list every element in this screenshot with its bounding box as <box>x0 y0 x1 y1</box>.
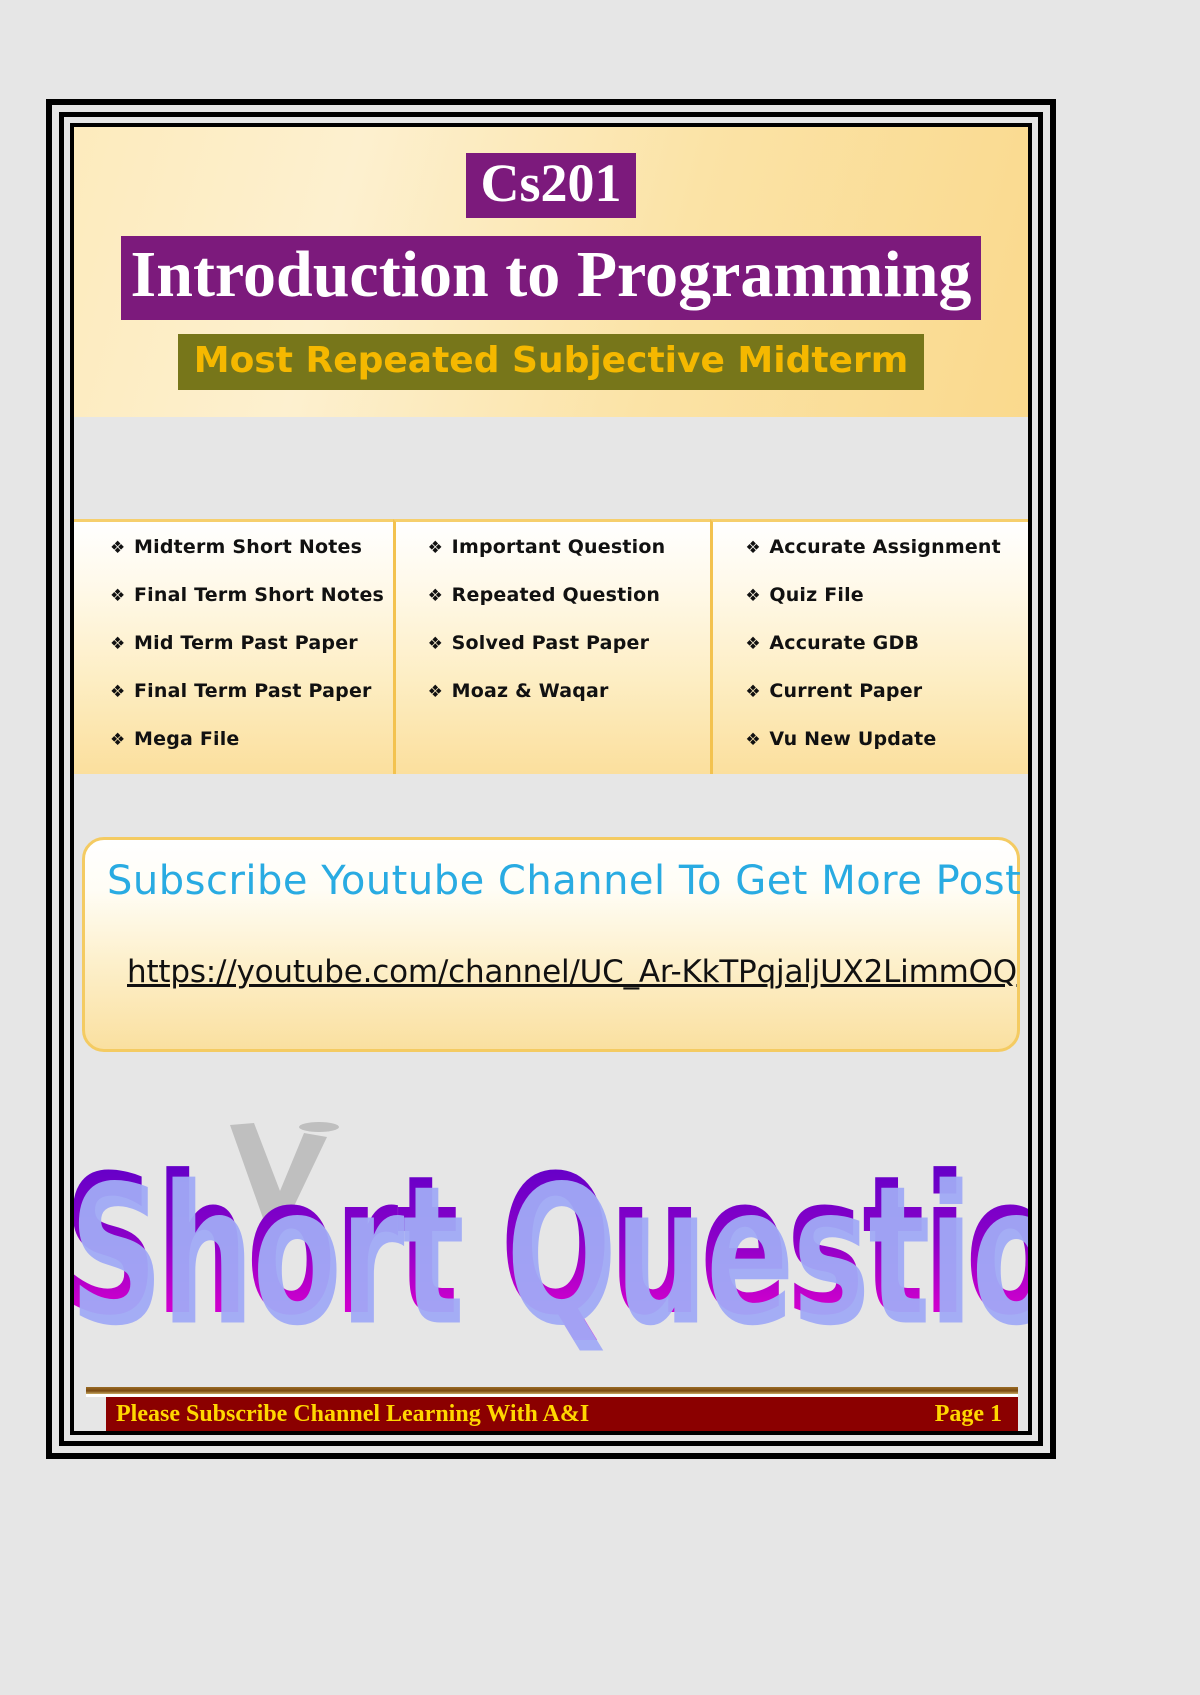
list-item-label: Accurate Assignment <box>769 536 1001 558</box>
list-item[interactable]: ❖ Accurate GDB <box>745 632 1028 654</box>
list-item[interactable]: ❖ Final Term Short Notes <box>110 584 393 606</box>
resource-column-3: ❖ Accurate Assignment ❖ Quiz File ❖ Accu… <box>710 519 1028 774</box>
resource-columns: ❖ Midterm Short Notes ❖ Final Term Short… <box>74 519 1028 774</box>
list-item-label: Moaz & Waqar <box>451 680 609 702</box>
course-title: Introduction to Programming <box>121 235 981 320</box>
list-item[interactable]: ❖ Vu New Update <box>745 728 1028 750</box>
list-item-label: Mid Term Past Paper <box>134 632 358 654</box>
diamond-bullet-icon: ❖ <box>110 538 126 558</box>
list-item[interactable]: ❖ Midterm Short Notes <box>110 536 393 558</box>
list-item-label: Final Term Short Notes <box>134 584 385 606</box>
subtitle-row: Most Repeated Subjective Midterm <box>74 333 1028 390</box>
short-question-wordart: Short Question <box>74 1146 1028 1349</box>
diamond-bullet-icon: ❖ <box>427 634 444 654</box>
diamond-bullet-icon: ❖ <box>110 634 126 654</box>
list-item[interactable]: ❖ Mid Term Past Paper <box>110 632 393 654</box>
diamond-bullet-icon: ❖ <box>427 682 444 702</box>
list-item-label: Repeated Question <box>451 584 661 606</box>
course-title-row: Introduction to Programming <box>74 235 1028 320</box>
diamond-bullet-icon: ❖ <box>427 586 444 606</box>
diamond-bullet-icon: ❖ <box>745 682 761 702</box>
resource-column-2: ❖ Important Question ❖ Repeated Question… <box>392 519 711 774</box>
diamond-bullet-icon: ❖ <box>745 586 761 606</box>
list-item[interactable]: ❖ Solved Past Paper <box>428 632 711 654</box>
list-item-label: Midterm Short Notes <box>134 536 363 558</box>
list-item[interactable]: ❖ Important Question <box>428 536 711 558</box>
diamond-bullet-icon: ❖ <box>745 730 761 750</box>
diamond-bullet-icon: ❖ <box>110 730 126 750</box>
list-item[interactable]: ❖ Quiz File <box>745 584 1028 606</box>
page-frame: Cs201 Introduction to Programming Most R… <box>46 99 1056 1459</box>
page-frame-middle-border: Cs201 Introduction to Programming Most R… <box>59 112 1043 1446</box>
footer-subscribe-text: Please Subscribe Channel Learning With A… <box>116 1400 590 1427</box>
course-code-badge: Cs201 <box>466 153 636 218</box>
list-item-label: Quiz File <box>769 584 864 606</box>
footer-divider-brown <box>86 1387 1018 1394</box>
list-item[interactable]: ❖ Accurate Assignment <box>745 536 1028 558</box>
subscribe-card: Subscribe Youtube Channel To Get More Po… <box>82 837 1022 1052</box>
list-item-label: Vu New Update <box>769 728 937 750</box>
list-item[interactable]: ❖ Moaz & Waqar <box>428 680 711 702</box>
list-item[interactable]: ❖ Final Term Past Paper <box>110 680 393 702</box>
list-item-label: Solved Past Paper <box>451 632 650 654</box>
subscribe-heading: Subscribe Youtube Channel To Get More Po… <box>107 858 1022 904</box>
page-footer: Please Subscribe Channel Learning With A… <box>74 1387 1028 1431</box>
youtube-channel-link[interactable]: https://youtube.com/channel/UC_Ar-KkTPqj… <box>127 954 1017 990</box>
list-item-label: Important Question <box>451 536 666 558</box>
diamond-bullet-icon: ❖ <box>427 538 444 558</box>
course-code-row: Cs201 <box>74 127 1028 218</box>
diamond-bullet-icon: ❖ <box>745 538 761 558</box>
resource-column-1: ❖ Midterm Short Notes ❖ Final Term Short… <box>74 519 393 774</box>
header-banner: Cs201 Introduction to Programming Most R… <box>74 127 1028 417</box>
list-item[interactable]: ❖ Repeated Question <box>428 584 711 606</box>
page-content-area: Cs201 Introduction to Programming Most R… <box>70 123 1032 1435</box>
list-item[interactable]: ❖ Current Paper <box>745 680 1028 702</box>
list-item-label: Final Term Past Paper <box>134 680 372 702</box>
diamond-bullet-icon: ❖ <box>745 634 761 654</box>
page-subtitle: Most Repeated Subjective Midterm <box>177 333 925 390</box>
list-item-label: Accurate GDB <box>769 632 920 654</box>
diamond-bullet-icon: ❖ <box>110 586 126 606</box>
short-question-wordart-wrap: Short Question <box>74 1146 1028 1348</box>
footer-bar: Please Subscribe Channel Learning With A… <box>106 1397 1018 1431</box>
list-item-label: Current Paper <box>769 680 923 702</box>
diamond-bullet-icon: ❖ <box>110 682 126 702</box>
footer-page-number: Page 1 <box>934 1400 1002 1427</box>
list-item-label: Mega File <box>134 728 240 750</box>
list-item[interactable]: ❖ Mega File <box>110 728 393 750</box>
